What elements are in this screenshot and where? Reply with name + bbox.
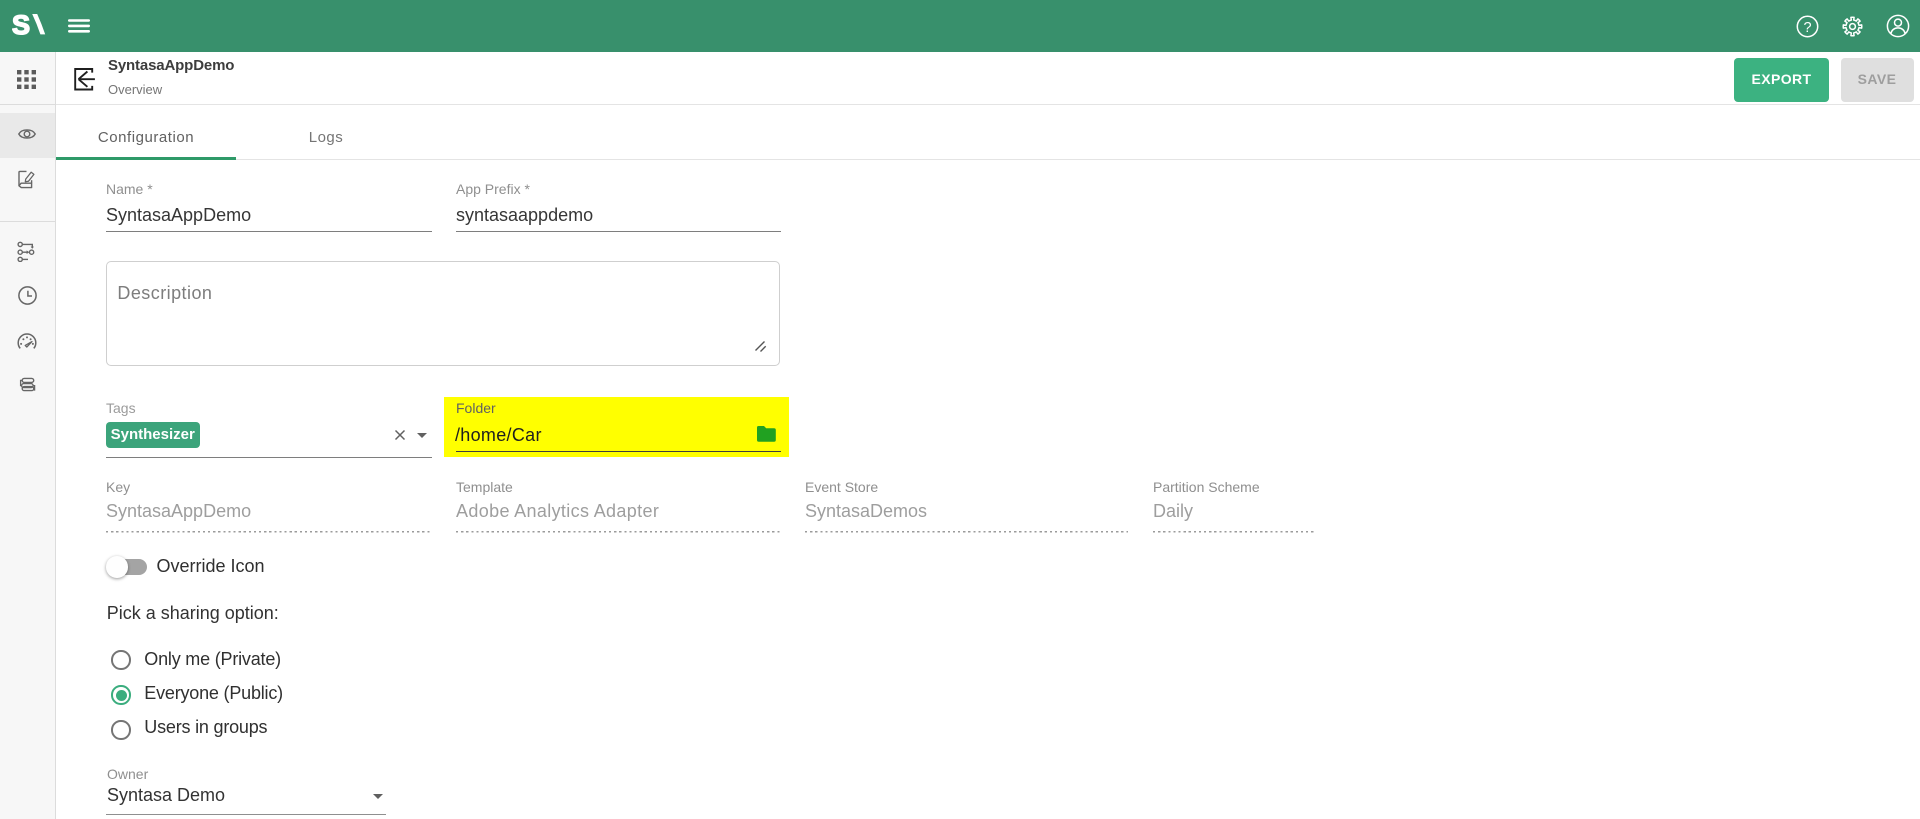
svg-text:S: S <box>12 13 30 38</box>
svg-text:?: ? <box>1803 20 1811 36</box>
